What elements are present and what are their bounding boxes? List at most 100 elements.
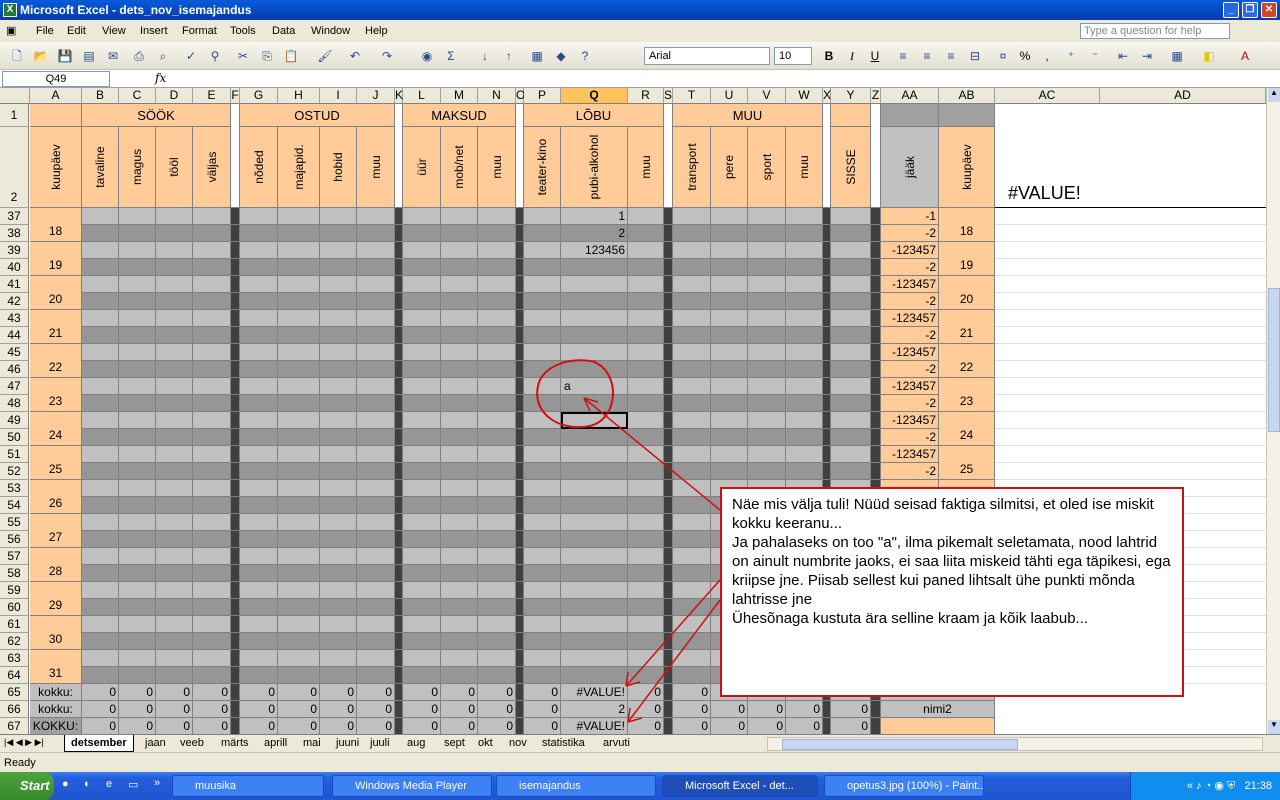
table-cell[interactable] <box>156 344 193 361</box>
table-cell[interactable] <box>831 395 871 412</box>
table-cell[interactable] <box>786 463 823 480</box>
table-cell[interactable] <box>193 429 231 446</box>
table-cell[interactable] <box>673 327 711 344</box>
table-cell[interactable] <box>278 565 320 582</box>
row-header[interactable]: 37 <box>0 208 29 225</box>
menu-help[interactable]: Help <box>361 20 392 42</box>
table-cell[interactable] <box>711 259 748 276</box>
open-icon[interactable]: 📂 <box>32 47 50 65</box>
table-cell[interactable] <box>524 310 561 327</box>
table-cell[interactable] <box>240 276 278 293</box>
table-cell[interactable] <box>403 327 441 344</box>
table-cell[interactable] <box>478 293 516 310</box>
table-cell[interactable] <box>673 344 711 361</box>
table-cell[interactable] <box>193 361 231 378</box>
row-header[interactable]: 53 <box>0 480 29 497</box>
table-cell[interactable] <box>193 293 231 310</box>
decrease-indent-icon[interactable]: ⇤ <box>1114 47 1132 65</box>
sort-desc-icon[interactable]: ↑ <box>500 47 518 65</box>
table-cell[interactable] <box>240 582 278 599</box>
table-cell[interactable] <box>357 344 395 361</box>
table-cell[interactable] <box>193 565 231 582</box>
table-cell[interactable] <box>403 344 441 361</box>
table-cell[interactable] <box>403 395 441 412</box>
column-header[interactable]: T <box>673 88 711 104</box>
table-cell[interactable] <box>357 633 395 650</box>
menu-file[interactable]: File <box>32 20 58 42</box>
hyperlink-icon[interactable]: ◉ <box>418 47 436 65</box>
increase-decimal-icon[interactable]: ⁺ <box>1062 47 1080 65</box>
table-cell[interactable] <box>628 582 664 599</box>
total-cell[interactable]: 0 <box>478 684 516 701</box>
table-cell[interactable] <box>278 208 320 225</box>
empty-cell[interactable] <box>995 446 1266 463</box>
table-cell[interactable] <box>673 242 711 259</box>
table-cell[interactable] <box>524 293 561 310</box>
table-cell[interactable] <box>673 412 711 429</box>
table-cell[interactable] <box>156 667 193 684</box>
table-cell[interactable] <box>403 208 441 225</box>
start-button[interactable]: Start <box>0 772 54 800</box>
total-cell[interactable]: 0 <box>524 684 561 701</box>
table-cell[interactable] <box>320 395 357 412</box>
balance-cell[interactable]: -123457 <box>881 412 939 429</box>
table-cell[interactable] <box>478 344 516 361</box>
table-cell[interactable] <box>628 310 664 327</box>
date-cell[interactable]: 21 <box>30 310 82 344</box>
table-cell[interactable] <box>193 344 231 361</box>
row-header[interactable]: 59 <box>0 582 29 599</box>
table-cell[interactable] <box>82 446 119 463</box>
total-cell[interactable]: 0 <box>193 718 231 734</box>
date-cell[interactable]: 23 <box>30 378 82 412</box>
total-cell[interactable]: 0 <box>82 718 119 734</box>
table-cell[interactable] <box>628 531 664 548</box>
percent-button[interactable]: % <box>1016 47 1034 65</box>
table-cell[interactable] <box>478 310 516 327</box>
table-cell[interactable] <box>561 276 628 293</box>
table-cell[interactable] <box>673 497 711 514</box>
table-cell[interactable] <box>441 412 478 429</box>
table-cell[interactable] <box>320 497 357 514</box>
row-header[interactable]: 60 <box>0 599 29 616</box>
table-cell[interactable] <box>711 412 748 429</box>
table-cell[interactable] <box>478 429 516 446</box>
empty-cell[interactable] <box>995 361 1266 378</box>
table-cell[interactable] <box>673 446 711 463</box>
table-cell[interactable] <box>561 361 628 378</box>
table-cell[interactable] <box>478 378 516 395</box>
table-cell[interactable] <box>403 599 441 616</box>
table-cell[interactable] <box>193 208 231 225</box>
table-cell[interactable] <box>240 616 278 633</box>
table-cell[interactable] <box>193 548 231 565</box>
total-cell[interactable]: 0 <box>831 718 871 734</box>
selected-cell[interactable] <box>561 412 628 429</box>
date-cell[interactable]: 18 <box>30 208 82 242</box>
date-cell[interactable]: 28 <box>30 548 82 582</box>
table-cell[interactable] <box>561 327 628 344</box>
column-header[interactable]: N <box>478 88 516 104</box>
table-cell[interactable] <box>156 633 193 650</box>
table-cell[interactable] <box>628 378 664 395</box>
sheet-tab-1[interactable]: jaan <box>139 735 172 752</box>
total-cell[interactable]: #VALUE! <box>561 684 628 701</box>
table-cell[interactable] <box>357 293 395 310</box>
table-cell[interactable] <box>628 259 664 276</box>
table-cell[interactable] <box>119 225 156 242</box>
table-cell[interactable] <box>786 344 823 361</box>
table-cell[interactable] <box>561 344 628 361</box>
table-cell[interactable] <box>403 548 441 565</box>
table-cell[interactable] <box>156 548 193 565</box>
table-cell[interactable] <box>524 616 561 633</box>
table-cell[interactable] <box>628 429 664 446</box>
sheet-tab-13[interactable]: arvuti <box>597 735 636 752</box>
table-cell[interactable] <box>278 361 320 378</box>
sheet-tab-11[interactable]: nov <box>503 735 533 752</box>
table-cell[interactable] <box>357 378 395 395</box>
table-cell[interactable] <box>357 208 395 225</box>
align-center-icon[interactable]: ≡ <box>918 47 936 65</box>
underline-button[interactable]: U <box>866 47 884 65</box>
table-cell[interactable] <box>193 276 231 293</box>
table-cell[interactable] <box>441 616 478 633</box>
column-header[interactable]: E <box>193 88 231 104</box>
table-cell[interactable] <box>357 565 395 582</box>
